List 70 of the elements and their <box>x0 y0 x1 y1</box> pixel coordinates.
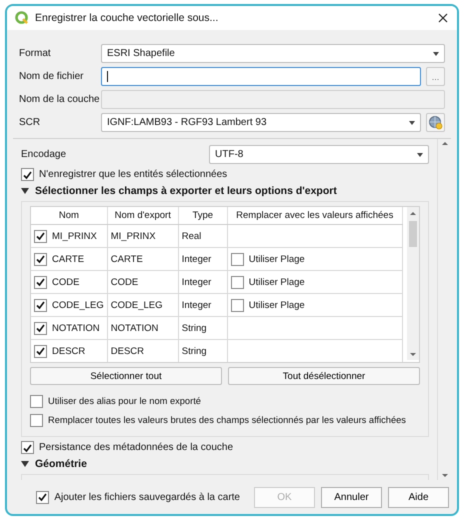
table-cell: String <box>178 316 228 340</box>
app-logo-icon <box>15 11 28 24</box>
checkbox[interactable] <box>34 276 47 288</box>
checkbox-label: MI_PRINX <box>52 230 97 242</box>
checkbox[interactable] <box>34 322 47 334</box>
scrollbar[interactable] <box>407 207 419 360</box>
close-icon[interactable] <box>437 12 449 24</box>
table-cell: Integer <box>178 248 228 270</box>
checkbox-label: CARTE <box>52 254 84 264</box>
checkbox-label: DESCR <box>52 346 86 356</box>
table-cell: Integer <box>178 294 228 316</box>
checkbox-label: Utiliser Plage <box>248 300 305 310</box>
down-arrow-icon[interactable] <box>440 471 448 480</box>
checkbox[interactable] <box>34 344 47 358</box>
dialog-button[interactable]: Aide <box>388 486 449 508</box>
globe-icon[interactable] <box>429 116 442 130</box>
section-title: Géométrie <box>35 458 87 470</box>
checkbox-label: CODE_LEG <box>52 300 104 310</box>
checkbox[interactable] <box>34 252 47 266</box>
dialog-button: OK <box>254 486 315 508</box>
table-cell: Real <box>178 224 228 248</box>
column-header[interactable]: Type <box>178 207 228 224</box>
table-cell: CARTE <box>107 248 178 270</box>
column-header[interactable]: Remplacer avec les valeurs affichées <box>227 207 402 224</box>
checkbox-label: NOTATION <box>52 322 100 334</box>
field-label: Format <box>19 48 52 59</box>
checkbox[interactable] <box>230 298 244 312</box>
checkbox[interactable] <box>230 252 244 266</box>
checkbox-label: Utiliser Plage <box>248 254 305 264</box>
select-button[interactable]: Sélectionner tout <box>30 367 222 385</box>
expand-arrow-icon[interactable] <box>21 461 29 467</box>
table-cell: CODE <box>107 270 178 294</box>
column-header[interactable]: Nom d'export <box>107 207 178 224</box>
checkbox-label: Remplacer toutes les valeurs brutes des champs sélectionnés par les valeurs affichées <box>48 415 406 425</box>
checkbox[interactable] <box>21 441 34 454</box>
checkbox-label: Persistance des métadonnées de la couche <box>39 442 234 453</box>
table-cell: String <box>178 340 228 362</box>
crs-dropdown[interactable]: IGNF:LAMB93 - RGF93 Lambert 93 <box>101 113 421 132</box>
format-dropdown[interactable]: ESRI Shapefile <box>101 44 445 63</box>
up-arrow-icon[interactable] <box>440 139 448 148</box>
encoding-dropdown[interactable]: UTF-8 <box>209 145 429 164</box>
column-header[interactable]: Nom <box>31 207 108 224</box>
field-label: Nom de la couche <box>19 94 101 105</box>
checkbox-label: N'enregistrer que les entités sélectionnées <box>39 169 228 180</box>
checkbox[interactable] <box>36 490 50 504</box>
expand-arrow-icon[interactable] <box>21 188 29 194</box>
select-button[interactable]: Tout désélectionner <box>228 367 420 385</box>
field-label: Nom de fichier <box>19 71 84 82</box>
table-cell: Integer <box>178 270 228 294</box>
checkbox-label: Utiliser des alias pour le nom exporté <box>48 396 201 406</box>
table-cell: DESCR <box>107 340 178 362</box>
checkbox[interactable] <box>34 298 47 312</box>
checkbox-label: Ajouter les fichiers sauvegardés à la carte <box>54 492 240 502</box>
table-cell: MI_PRINX <box>107 224 178 248</box>
checkbox[interactable] <box>230 276 244 288</box>
checkbox[interactable] <box>34 230 47 242</box>
table-cell: CODE_LEG <box>107 294 178 316</box>
window-title: Enregistrer la couche vectorielle sous... <box>35 12 220 24</box>
input-field[interactable] <box>101 67 421 86</box>
browse-button[interactable]: ... <box>426 67 445 86</box>
field-label: Encodage <box>21 149 68 160</box>
checkbox[interactable] <box>30 414 43 426</box>
section-title: Sélectionner les champs à exporter et leurs options d'export <box>35 185 337 197</box>
checkbox[interactable] <box>21 168 34 181</box>
dialog-button[interactable]: Annuler <box>321 486 382 508</box>
table-cell: NOTATION <box>107 316 178 340</box>
field-label: SCR <box>19 117 42 128</box>
checkbox-label: Utiliser Plage <box>248 276 305 288</box>
checkbox-label: CODE <box>52 276 80 288</box>
checkbox[interactable] <box>30 394 43 408</box>
